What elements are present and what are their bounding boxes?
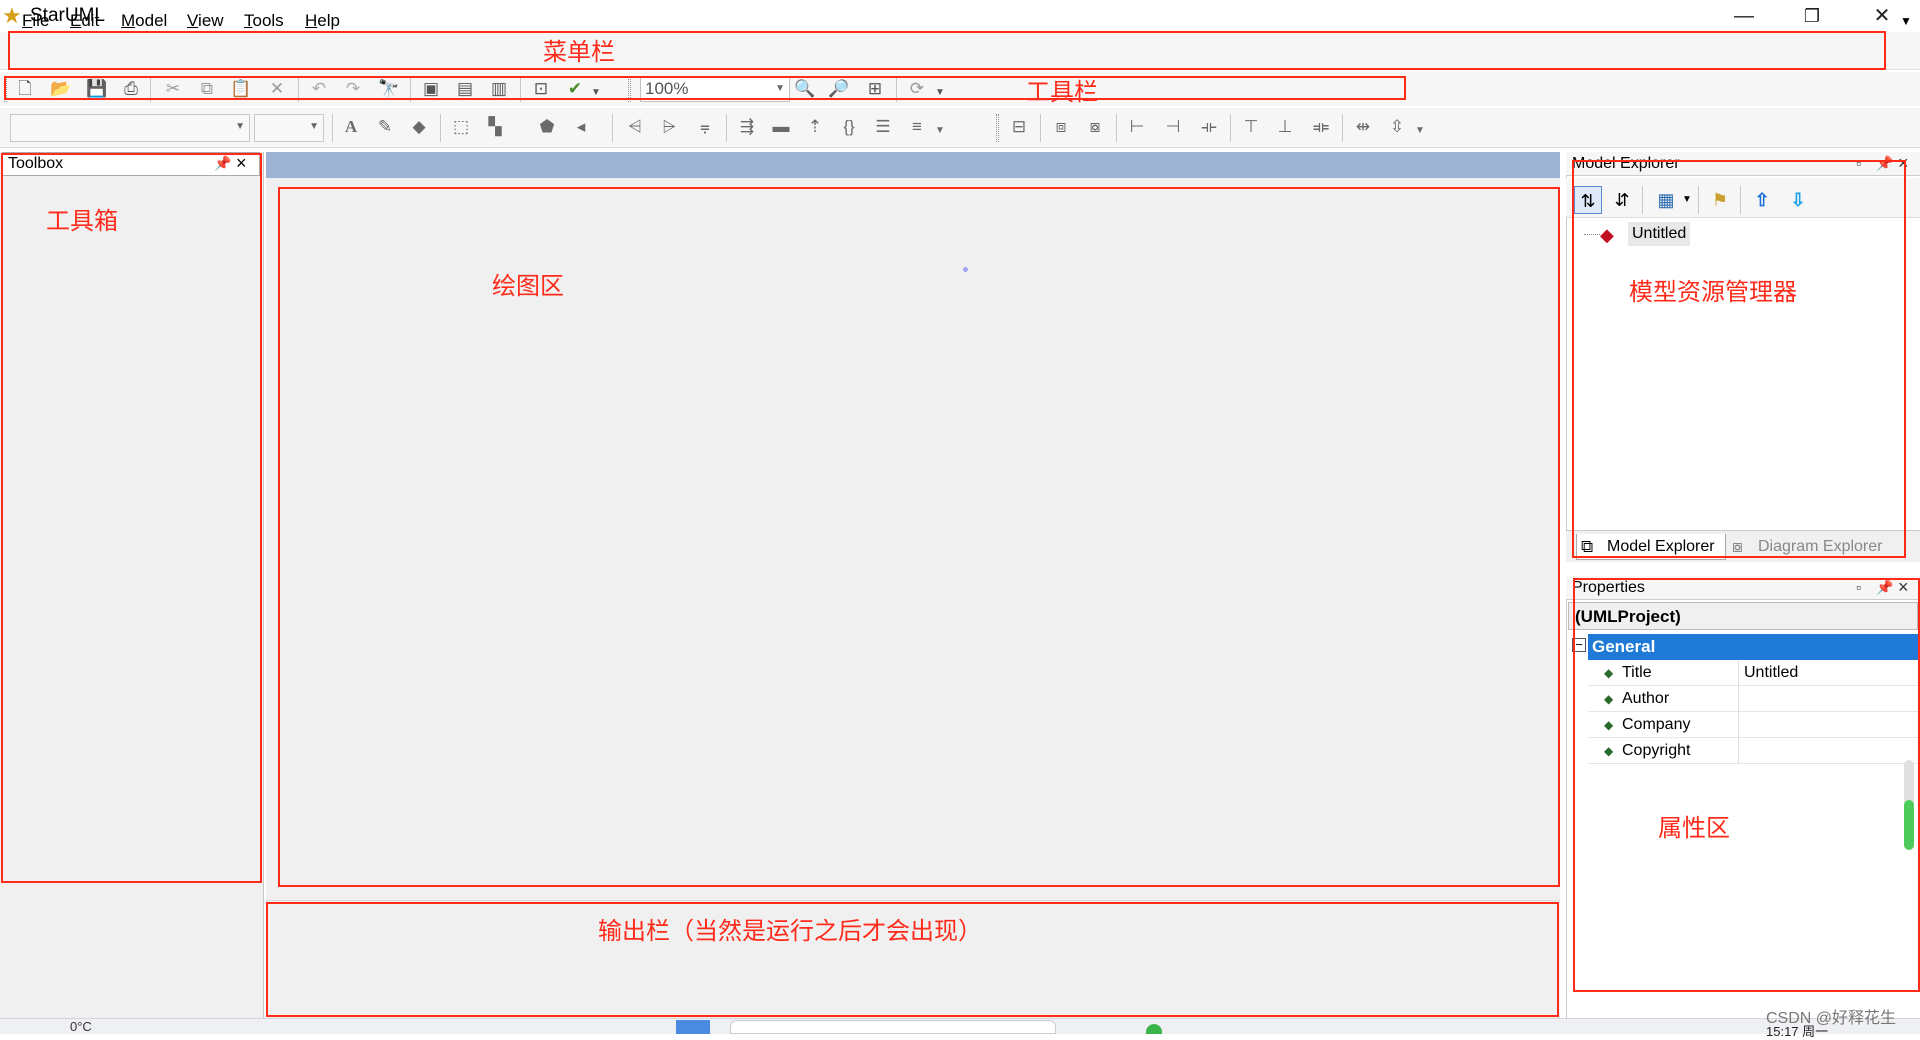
- toolbar-separator: [726, 114, 727, 142]
- start-icon[interactable]: [676, 1020, 710, 1034]
- app-icon[interactable]: [1146, 1024, 1162, 1034]
- align-top-icon[interactable]: ⊤: [1238, 114, 1264, 140]
- annotation-label-toolbar: 工具栏: [1026, 79, 1098, 106]
- space-horizontal-icon[interactable]: ⇹: [1350, 114, 1376, 140]
- send-backward-icon[interactable]: ⧈: [1048, 114, 1074, 140]
- align-text-icon[interactable]: ☰: [870, 114, 896, 140]
- layout-icon[interactable]: ⊟: [1006, 114, 1032, 140]
- toolbar-separator: [1116, 114, 1117, 142]
- space-vertical-icon[interactable]: ⇳: [1384, 114, 1410, 140]
- toolbar-separator: [1342, 114, 1343, 142]
- toolbar-separator: [440, 114, 441, 142]
- annotation-label-drawing: 绘图区: [492, 273, 564, 300]
- minimize-icon[interactable]: —: [1714, 0, 1774, 32]
- menu-view[interactable]: View: [187, 11, 224, 31]
- dropdown-arrow-icon[interactable]: ▼: [934, 118, 946, 144]
- word-wrap-icon[interactable]: ⇶: [734, 114, 760, 140]
- show-compartment-icon[interactable]: ⩦: [692, 114, 718, 140]
- bring-to-front-icon[interactable]: ⇡: [802, 114, 828, 140]
- align-vcenter-icon[interactable]: ⟚: [1308, 114, 1334, 140]
- align-left-icon[interactable]: ⊢: [1124, 114, 1150, 140]
- menu-tools[interactable]: Tools: [244, 11, 284, 31]
- taskbar-search[interactable]: [730, 1020, 1056, 1034]
- toolbar-grip[interactable]: [996, 114, 999, 142]
- auto-resize-icon[interactable]: ⬚: [448, 114, 474, 140]
- diagram-tab-strip: [266, 152, 1560, 178]
- annotation-label-explorer: 模型资源管理器: [1629, 279, 1797, 306]
- annotation-box-toolbox: [1, 153, 262, 883]
- annotation-label-menubar: 菜单栏: [543, 39, 615, 66]
- suppress-attributes-icon[interactable]: ◂: [568, 114, 594, 140]
- restore-icon[interactable]: ❐: [1782, 0, 1842, 32]
- annotation-box-toolbar: [4, 76, 1406, 100]
- font-family-select[interactable]: ▼: [10, 114, 250, 142]
- font-size-select[interactable]: ▼: [254, 114, 324, 142]
- line-style-icon[interactable]: ▚: [482, 114, 508, 140]
- align-bottom-icon[interactable]: ⊥: [1272, 114, 1298, 140]
- menu-help[interactable]: Help: [305, 11, 340, 31]
- annotation-label-output: 输出栏（当然是运行之后才会出现）: [598, 918, 982, 945]
- stereotype-display-icon[interactable]: ⬟: [534, 114, 560, 140]
- menu-model[interactable]: Model: [121, 11, 167, 31]
- toolbar-separator: [1040, 114, 1041, 142]
- align-center-icon[interactable]: ≡: [904, 114, 930, 140]
- toolbar-separator: [332, 114, 333, 142]
- menu-edit[interactable]: Edit: [70, 11, 99, 31]
- line-color-icon[interactable]: ✎: [372, 114, 398, 140]
- show-attributes-icon[interactable]: ⩥: [656, 114, 682, 140]
- show-operations-icon[interactable]: ⩤: [622, 114, 648, 140]
- dropdown-arrow-icon[interactable]: ▼: [1414, 118, 1426, 144]
- taskbar-clock[interactable]: 15:17 周一: [1766, 1021, 1828, 1040]
- braces-icon[interactable]: {}: [836, 114, 862, 140]
- toolbar-separator: [612, 114, 613, 142]
- annotation-box-menubar: [8, 31, 1886, 70]
- fill-color-icon[interactable]: ◆: [406, 114, 432, 140]
- weather-widget[interactable]: 0°C: [70, 1019, 92, 1034]
- annotation-box-properties: [1573, 578, 1920, 992]
- menu-file[interactable]: File: [22, 11, 49, 31]
- title-bar: [0, 0, 1920, 32]
- align-right-icon[interactable]: ⊣: [1160, 114, 1186, 140]
- annotation-label-toolbox: 工具箱: [46, 208, 118, 235]
- toolbar-separator: [1230, 114, 1231, 142]
- annotation-label-properties: 属性区: [1658, 815, 1730, 842]
- menu-overflow-icon[interactable]: ▼: [1900, 14, 1912, 28]
- folder-icon[interactable]: ▬: [768, 114, 794, 140]
- font-color-icon[interactable]: A: [338, 114, 364, 140]
- annotation-box-explorer: [1572, 160, 1906, 558]
- annotation-box-drawing: [278, 187, 1560, 887]
- align-middle-icon[interactable]: ⟛: [1196, 114, 1222, 140]
- bring-forward-icon[interactable]: ⧇: [1082, 114, 1108, 140]
